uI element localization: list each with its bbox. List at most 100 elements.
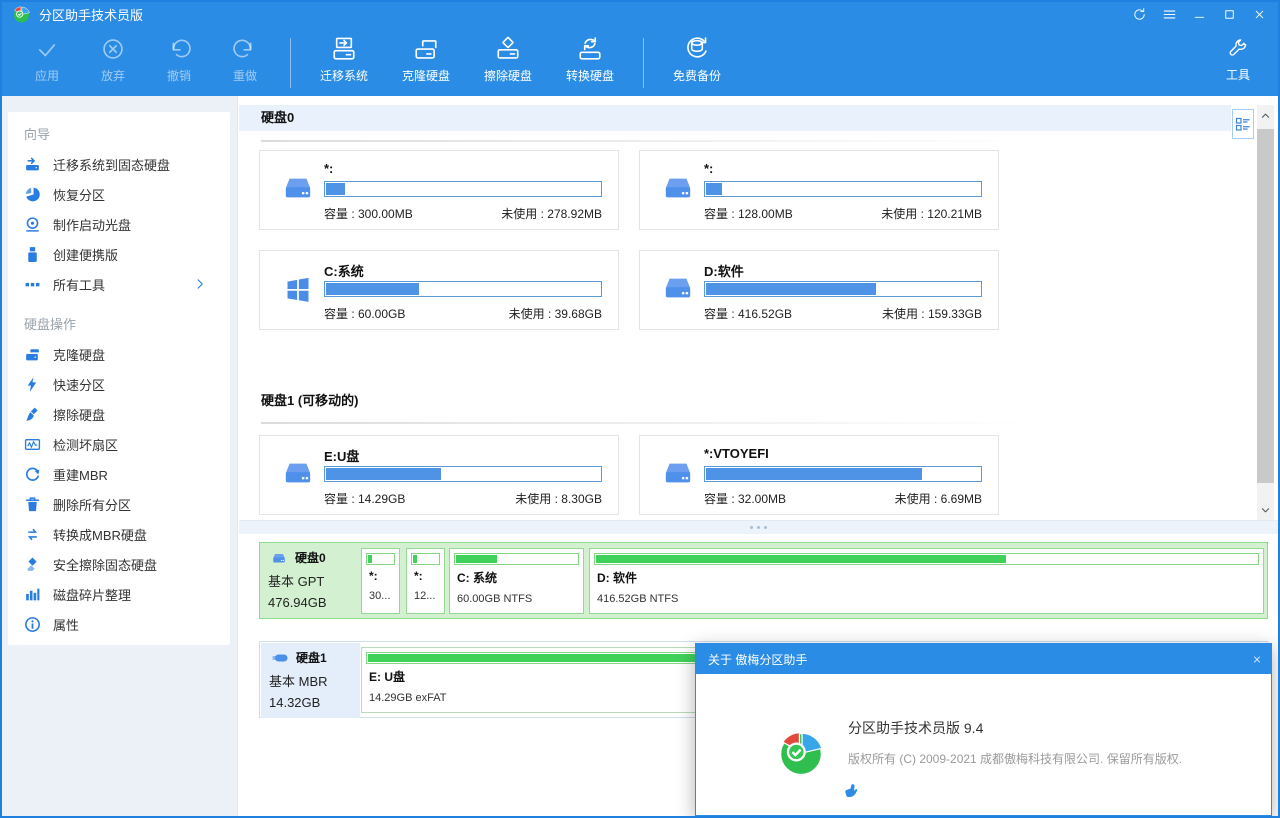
partition-card-c[interactable]: C:系统 容量 : 60.00GB 未使用 : 39.68GB: [259, 250, 619, 330]
sidebar-item-all-tools[interactable]: 所有工具: [8, 269, 230, 299]
menu-button[interactable]: [1156, 3, 1182, 25]
discard-button[interactable]: 放弃: [80, 34, 146, 84]
sidebar-item-boot-disc[interactable]: 制作启动光盘: [8, 209, 230, 239]
refresh-button[interactable]: [1126, 3, 1152, 25]
clone-disk-icon: [24, 346, 41, 363]
sidebar-item-rebuild-mbr[interactable]: 重建MBR: [8, 459, 230, 489]
migrate-system-label: 迁移系统: [303, 67, 385, 84]
wipe-disk-icon: [24, 406, 41, 423]
unused-text: 未使用 : 159.33GB: [882, 305, 982, 322]
partition-label: C:系统: [324, 261, 364, 280]
migrate-system-icon: [331, 36, 357, 62]
window-title: 分区助手技术员版: [39, 5, 143, 24]
minimize-button[interactable]: [1186, 3, 1212, 25]
item-label: 擦除硬盘: [53, 405, 105, 424]
boot-disc-icon: [24, 216, 41, 233]
clone-disk-button[interactable]: 克隆硬盘: [385, 34, 467, 84]
free-backup-button[interactable]: 免费备份: [656, 34, 738, 84]
partition-label: *:: [324, 161, 333, 176]
sidebar-item-quick-partition[interactable]: 快速分区: [8, 369, 230, 399]
disk-name: 硬盘0: [295, 549, 326, 566]
redo-button[interactable]: 重做: [212, 34, 278, 84]
section-title: 硬盘操作: [8, 306, 230, 339]
sidebar-section-disk-operations: 硬盘操作 克隆硬盘 快速分区 擦除硬盘 检测坏扇区 重建MBR: [8, 302, 230, 645]
capacity-text: 容量 : 14.29GB: [324, 490, 405, 507]
sidebar-item-convert-mbr[interactable]: 转换成MBR硬盘: [8, 519, 230, 549]
usage-bar: [366, 553, 395, 565]
apply-button[interactable]: 应用: [14, 34, 80, 84]
partition-card-e[interactable]: E:U盘 容量 : 14.29GB 未使用 : 8.30GB: [259, 435, 619, 515]
toolbar: 应用 放弃 撤销 重做 迁移系统 克隆硬盘 擦除硬盘 转换硬盘: [0, 28, 1280, 96]
usage-bar: [704, 466, 982, 482]
free-backup-label: 免费备份: [656, 67, 738, 84]
capacity-text: 容量 : 300.00MB: [324, 205, 413, 222]
unused-text: 未使用 : 278.92MB: [501, 205, 602, 222]
panel-splitter[interactable]: [239, 520, 1278, 534]
undo-icon: [166, 36, 192, 62]
apply-icon: [34, 36, 60, 62]
portable-icon: [24, 246, 41, 263]
disk0-title: 硬盘0: [261, 105, 1231, 131]
divider: [261, 140, 1031, 142]
aomei-pie-logo: [776, 728, 826, 778]
item-label: 克隆硬盘: [53, 345, 105, 364]
scrollbar-thumb[interactable]: [1257, 129, 1274, 483]
partition-block-p2[interactable]: *: 12...: [406, 548, 445, 614]
quick-partition-icon: [24, 376, 41, 393]
dialog-title-bar[interactable]: 关于 傲梅分区助手: [696, 644, 1271, 674]
item-label: 重建MBR: [53, 465, 108, 484]
item-label: 创建便携版: [53, 245, 118, 264]
undo-button[interactable]: 撤销: [146, 34, 212, 84]
sidebar-item-defrag[interactable]: 磁盘碎片整理: [8, 579, 230, 609]
copyright-text: 版权所有 (C) 2009-2021 成都傲梅科技有限公司. 保留所有版权.: [848, 750, 1182, 767]
wrench-icon: [1227, 38, 1249, 60]
bad-sectors-icon: [24, 436, 41, 453]
redo-label: 重做: [212, 67, 278, 84]
wipe-disk-button[interactable]: 擦除硬盘: [467, 34, 549, 84]
disk-info: 硬盘0 基本 GPT 476.94GB: [260, 543, 360, 618]
item-label: 检测坏扇区: [53, 435, 118, 454]
splitter-handle-icon: [757, 526, 760, 529]
close-button[interactable]: [1246, 3, 1272, 25]
disk-row-disk0[interactable]: 硬盘0 基本 GPT 476.94GB *: 30... *: 12... C:…: [259, 542, 1268, 619]
partition-label: E:U盘: [324, 446, 359, 465]
sidebar-item-recover-partition[interactable]: 恢复分区: [8, 179, 230, 209]
capacity-text: 容量 : 60.00GB: [324, 305, 405, 322]
convert-mbr-icon: [24, 526, 41, 543]
item-label: 安全擦除固态硬盘: [53, 555, 157, 574]
convert-disk-button[interactable]: 转换硬盘: [549, 34, 631, 84]
partition-card-disk0-p2[interactable]: *: 容量 : 128.00MB 未使用 : 120.21MB: [639, 150, 999, 230]
disk-size: 14.32GB: [269, 695, 360, 710]
partition-block-p1[interactable]: *: 30...: [361, 548, 400, 614]
scroll-up-button[interactable]: [1257, 105, 1274, 125]
sidebar-item-properties[interactable]: 属性: [8, 609, 230, 639]
partition-block-d[interactable]: D: 软件 416.52GB NTFS: [589, 548, 1264, 614]
partition-card-disk0-p1[interactable]: *: 容量 : 300.00MB 未使用 : 278.92MB: [259, 150, 619, 230]
sidebar-item-wipe-disk[interactable]: 擦除硬盘: [8, 399, 230, 429]
sidebar-item-portable[interactable]: 创建便携版: [8, 239, 230, 269]
dialog-close-button[interactable]: [1239, 647, 1263, 671]
sidebar-item-clone-disk[interactable]: 克隆硬盘: [8, 339, 230, 369]
sidebar-item-migrate-ssd[interactable]: 迁移系统到固态硬盘: [8, 149, 230, 179]
drive-icon: [280, 458, 316, 488]
usage-bar: [324, 281, 602, 297]
sidebar-item-bad-sectors[interactable]: 检测坏扇区: [8, 429, 230, 459]
migrate-ssd-icon: [24, 156, 41, 173]
sidebar: 向导 迁移系统到固态硬盘 恢复分区 制作启动光盘 创建便携版 所有工具: [0, 96, 238, 816]
partition-label: *:: [369, 569, 399, 583]
partition-card-vtoyefi[interactable]: *:VTOYEFI 容量 : 32.00MB 未使用 : 6.69MB: [639, 435, 999, 515]
scroll-down-button[interactable]: [1257, 500, 1274, 520]
tools-button[interactable]: 工具: [1210, 34, 1266, 83]
vertical-scrollbar[interactable]: [1257, 105, 1274, 520]
dialog-title: 关于 傲梅分区助手: [708, 651, 807, 668]
capacity-text: 容量 : 416.52GB: [704, 305, 792, 322]
sidebar-item-delete-partitions[interactable]: 删除所有分区: [8, 489, 230, 519]
partition-card-d[interactable]: D:软件 容量 : 416.52GB 未使用 : 159.33GB: [639, 250, 999, 330]
migrate-system-button[interactable]: 迁移系统: [303, 34, 385, 84]
partition-block-c[interactable]: C: 系统 60.00GB NTFS: [449, 548, 584, 614]
maximize-button[interactable]: [1216, 3, 1242, 25]
sidebar-item-secure-erase[interactable]: 安全擦除固态硬盘: [8, 549, 230, 579]
view-toggle-button[interactable]: [1232, 109, 1254, 139]
all-tools-icon: [24, 276, 41, 293]
capacity-text: 容量 : 128.00MB: [704, 205, 793, 222]
